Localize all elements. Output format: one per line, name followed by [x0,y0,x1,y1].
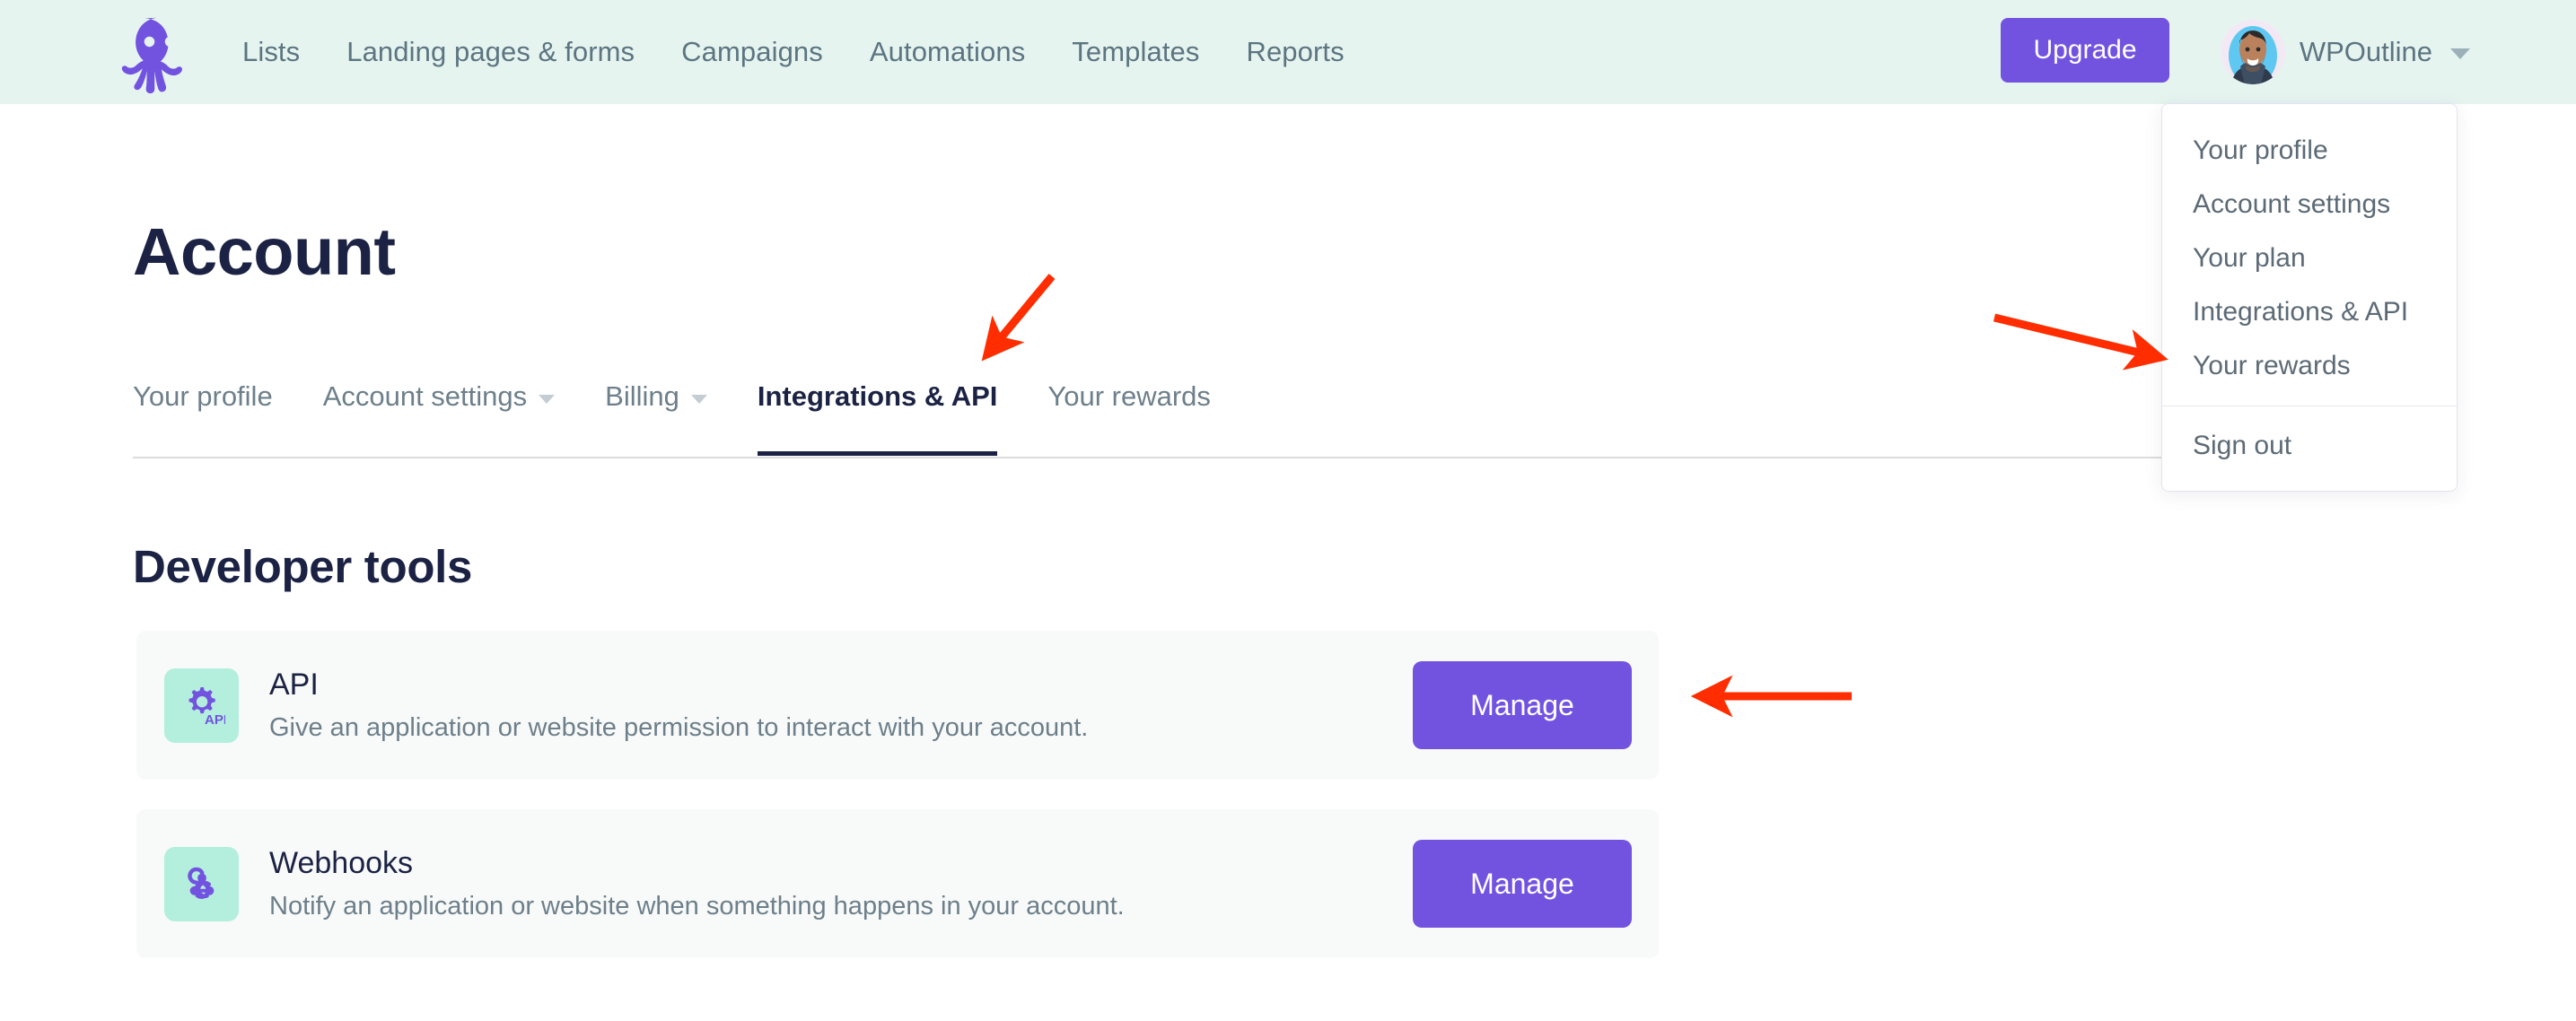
menu-item-integrations-and-api[interactable]: Integrations & API [2162,285,2457,339]
tab-label: Your rewards [1047,380,1211,412]
webhook-icon [164,846,239,921]
avatar [2220,20,2285,84]
account-dropdown-menu: Your profile Account settings Your plan … [2161,103,2458,492]
tab-billing[interactable]: Billing [605,380,707,454]
page-title: Account [133,214,396,289]
tab-label: Your profile [133,380,273,412]
menu-item-your-plan[interactable]: Your plan [2162,231,2457,285]
tab-your-profile[interactable]: Your profile [133,380,273,454]
chevron-down-icon [539,394,556,404]
menu-item-sign-out[interactable]: Sign out [2162,419,2457,473]
developer-tool-card-api: API API Give an application or website p… [136,631,1659,780]
tab-label: Integrations & API [757,380,998,412]
chevron-down-icon [2450,48,2470,59]
account-tabs: Your profile Account settings Billing In… [133,380,2458,458]
card-title: Webhooks [269,846,414,880]
upgrade-button[interactable]: Upgrade [2001,18,2169,83]
top-header-bar: Lists Landing pages & forms Campaigns Au… [0,0,2576,104]
arrow-to-integrations-tab [981,274,1056,362]
developer-tool-card-webhooks: Webhooks Notify an application or websit… [136,809,1659,958]
manage-webhooks-button[interactable]: Manage [1413,840,1632,928]
card-text-block: API Give an application or website permi… [269,668,1413,743]
card-description: Notify an application or website when so… [269,892,1125,921]
nav-item-landing-pages-and-forms[interactable]: Landing pages & forms [323,0,658,104]
nav-item-templates[interactable]: Templates [1048,0,1222,104]
tab-integrations-and-api[interactable]: Integrations & API [757,380,998,456]
menu-item-account-settings[interactable]: Account settings [2162,178,2457,231]
menu-item-your-rewards[interactable]: Your rewards [2162,339,2457,393]
card-description: Give an application or website permissio… [269,713,1089,742]
tab-label: Account settings [322,380,528,412]
nav-item-lists[interactable]: Lists [242,0,323,104]
tab-account-settings[interactable]: Account settings [322,380,556,454]
app-root: Lists Landing pages & forms Campaigns Au… [0,0,2576,1021]
card-title: API [269,668,319,702]
octopus-logo-icon[interactable] [117,7,203,97]
api-gear-icon: API [164,668,239,743]
account-name-label: WPOutline [2299,36,2432,67]
arrow-to-menu-integrations-api [1993,313,2169,371]
tab-label: Billing [605,380,679,412]
nav-item-reports[interactable]: Reports [1222,0,1367,104]
svg-text:API: API [205,712,225,728]
menu-item-your-profile[interactable]: Your profile [2162,124,2457,178]
nav-item-campaigns[interactable]: Campaigns [658,0,846,104]
tab-your-rewards[interactable]: Your rewards [1047,380,1211,454]
card-text-block: Webhooks Notify an application or websit… [269,846,1413,921]
account-menu-trigger[interactable]: WPOutline [2220,18,2470,86]
chevron-down-icon [690,394,707,404]
section-title-developer-tools: Developer tools [133,541,473,592]
nav-item-automations[interactable]: Automations [846,0,1048,104]
manage-api-button[interactable]: Manage [1413,661,1632,749]
main-navigation: Lists Landing pages & forms Campaigns Au… [242,0,1368,104]
